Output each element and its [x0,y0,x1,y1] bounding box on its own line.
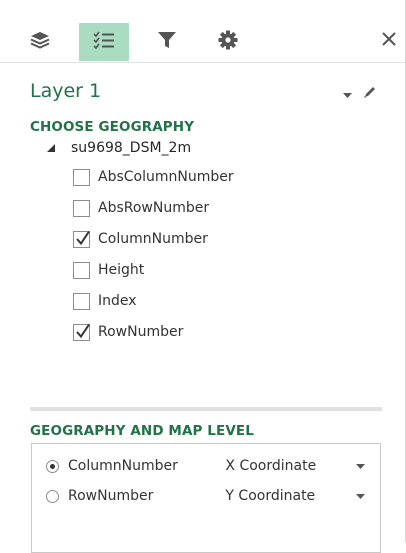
field-item[interactable]: ColumnNumber [73,229,208,249]
table-name: su9698_DSM_2m [71,140,192,156]
geography-row[interactable]: RowNumber Y Coordinate [46,486,366,506]
checkmark-icon [76,323,90,338]
field-item[interactable]: AbsColumnNumber [73,167,234,187]
geography-field-name: ColumnNumber [68,458,178,474]
geography-map-level-heading: GEOGRAPHY AND MAP LEVEL [30,423,254,439]
field-checkbox[interactable] [73,168,90,186]
geography-radio-selected[interactable] [46,459,59,473]
pencil-icon [363,84,377,103]
field-label: ColumnNumber [98,231,208,247]
layer-dropdown-button[interactable] [340,86,354,98]
caret-down-icon[interactable] [354,461,366,471]
layers-button[interactable] [15,23,65,61]
checkmark-icon [76,230,90,245]
close-button[interactable] [376,27,402,53]
geography-list-box: ColumnNumber X Coordinate RowNumber Y Co… [31,443,381,553]
table-node[interactable]: su9698_DSM_2m [44,139,191,157]
pane-toolbar [0,0,406,63]
filter-button[interactable] [142,23,192,61]
layer-name[interactable]: Layer 1 [30,80,101,102]
field-label: AbsRowNumber [98,200,210,216]
field-label: Height [98,262,145,278]
field-checkbox[interactable] [73,261,90,279]
geography-row[interactable]: ColumnNumber X Coordinate [46,456,366,476]
gear-icon [218,30,238,54]
caret-down-icon [342,83,352,102]
expanded-triangle-icon[interactable] [44,141,58,155]
section-splitter[interactable] [30,407,382,411]
choose-geography-heading: CHOOSE GEOGRAPHY [30,119,195,135]
field-item[interactable]: RowNumber [73,322,183,342]
field-item[interactable]: AbsRowNumber [73,198,209,218]
geography-level-select[interactable]: Y Coordinate [225,488,354,504]
geography-level-select[interactable]: X Coordinate [225,458,354,474]
close-icon [382,31,396,50]
field-list-icon [93,31,115,53]
field-checkbox[interactable] [73,292,90,310]
settings-button[interactable] [203,23,253,61]
geography-field-name: RowNumber [68,488,154,504]
field-label: RowNumber [98,324,184,340]
field-item[interactable]: Height [73,260,144,280]
field-checkbox-checked[interactable] [73,230,90,248]
field-checkbox[interactable] [73,199,90,217]
layers-icon [30,31,50,53]
rename-layer-button[interactable] [361,84,379,102]
layer-pane: Layer 1 CHOOSE GEOGRAPHY su9698_DSM_2m A… [0,0,406,553]
field-checkbox-checked[interactable] [73,323,90,341]
geography-radio[interactable] [46,489,59,503]
field-label: Index [98,293,137,309]
filter-icon [157,31,177,53]
field-label: AbsColumnNumber [98,169,234,185]
caret-down-icon[interactable] [354,491,366,501]
field-list-button[interactable] [79,23,129,61]
field-item[interactable]: Index [73,291,137,311]
